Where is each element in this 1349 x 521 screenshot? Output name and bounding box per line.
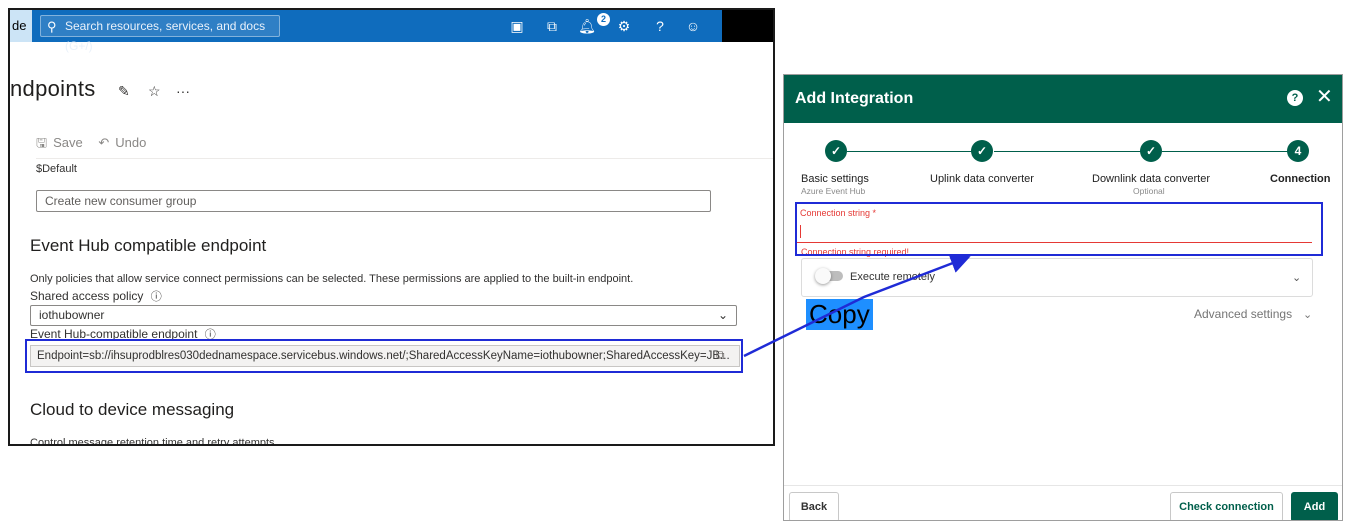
divider xyxy=(784,485,1342,486)
policy-description: Only policies that allow service connect… xyxy=(30,273,634,285)
stepper-connector xyxy=(994,151,1150,152)
azure-portal-panel: de ⚲ Search resources, services, and doc… xyxy=(8,8,775,446)
notification-badge: 2 xyxy=(597,13,610,26)
save-icon: 🖫 xyxy=(36,135,48,150)
azure-brand[interactable]: de xyxy=(10,10,33,42)
connection-string-highlight-box xyxy=(795,202,1323,256)
save-button[interactable]: Save xyxy=(53,135,83,150)
step-3-check-icon[interactable]: ✓ xyxy=(1140,140,1162,162)
cloud-shell-icon[interactable]: ▣ xyxy=(507,16,527,36)
command-bar: 🖫 Save ↶ Undo xyxy=(36,134,152,156)
shared-access-policy-label-text: Shared access policy xyxy=(30,289,144,303)
step-4-label: Connection xyxy=(1270,173,1331,185)
execute-remotely-toggle[interactable] xyxy=(815,268,843,284)
cloud-to-device-section-heading: Cloud to device messaging xyxy=(30,400,235,419)
step-1-sublabel: Azure Event Hub xyxy=(801,186,866,196)
shared-access-policy-select[interactable]: iothubowner ⌄ xyxy=(30,305,737,326)
top-bar-account-area xyxy=(722,10,773,42)
advanced-settings-toggle[interactable]: Advanced settings xyxy=(1194,307,1292,321)
global-search-input[interactable]: ⚲ Search resources, services, and docs (… xyxy=(40,15,280,53)
dialog-title: Add Integration xyxy=(795,90,914,107)
event-hub-section-heading: Event Hub compatible endpoint xyxy=(30,236,267,255)
add-button[interactable]: Add xyxy=(1291,492,1338,520)
chevron-down-icon[interactable]: ⌄ xyxy=(1292,271,1301,284)
step-3-sublabel: Optional xyxy=(1133,186,1165,196)
search-icon: ⚲ xyxy=(47,19,57,34)
endpoint-highlight-box xyxy=(25,339,743,373)
step-2-label: Uplink data converter xyxy=(930,173,1034,185)
close-icon[interactable]: ✕ xyxy=(1316,86,1333,108)
toggle-knob xyxy=(815,268,831,284)
dialog-header: Add Integration ? ✕ xyxy=(784,75,1342,123)
copy-annotation-label: Copy xyxy=(806,299,873,330)
stepper-connector xyxy=(1162,151,1295,152)
chevron-down-icon[interactable]: ⌄ xyxy=(1303,308,1312,321)
stepper-connector xyxy=(847,151,981,152)
shared-access-policy-label: Shared access policy ⓘ xyxy=(30,288,162,304)
step-3-label: Downlink data converter xyxy=(1092,173,1211,185)
divider xyxy=(36,158,773,159)
step-1-check-icon[interactable]: ✓ xyxy=(825,140,847,162)
back-button[interactable]: Back xyxy=(789,492,839,520)
c2d-description: Control message retention time and retry… xyxy=(30,437,278,446)
undo-button[interactable]: Undo xyxy=(115,135,146,150)
help-icon[interactable]: ? xyxy=(1287,90,1303,106)
settings-gear-icon[interactable]: ⚙ xyxy=(614,16,634,36)
search-placeholder: Search resources, services, and docs (G+… xyxy=(65,19,266,53)
info-icon[interactable]: ⓘ xyxy=(151,291,162,303)
more-ellipsis-icon[interactable]: ··· xyxy=(176,83,190,99)
pin-icon[interactable]: ✎ xyxy=(118,83,130,100)
star-icon[interactable]: ☆ xyxy=(148,83,161,100)
execute-remotely-panel[interactable]: Execute remotely ⌄ xyxy=(801,258,1313,297)
help-icon[interactable]: ? xyxy=(650,16,670,36)
consumer-group-input[interactable]: Create new consumer group xyxy=(36,190,711,212)
chevron-down-icon: ⌄ xyxy=(717,308,728,322)
execute-remotely-label: Execute remotely xyxy=(850,271,935,283)
default-consumer-group: $Default xyxy=(36,163,77,175)
directory-filter-icon[interactable]: ⧉ xyxy=(542,16,562,36)
add-integration-dialog: Add Integration ? ✕ ✓ ✓ ✓ 4 Basic settin… xyxy=(783,74,1343,521)
feedback-icon[interactable]: ☺ xyxy=(683,16,703,36)
step-2-check-icon[interactable]: ✓ xyxy=(971,140,993,162)
step-1-label: Basic settings xyxy=(801,173,869,185)
page-title: ndpoints xyxy=(10,76,96,101)
check-connection-button[interactable]: Check connection xyxy=(1170,492,1283,520)
undo-icon: ↶ xyxy=(98,135,110,150)
azure-top-bar: de ⚲ Search resources, services, and doc… xyxy=(10,10,722,53)
notification-bell-icon[interactable]: 🔔︎ xyxy=(577,16,597,36)
policy-selected-value: iothubowner xyxy=(39,308,105,322)
step-4-number[interactable]: 4 xyxy=(1287,140,1309,162)
